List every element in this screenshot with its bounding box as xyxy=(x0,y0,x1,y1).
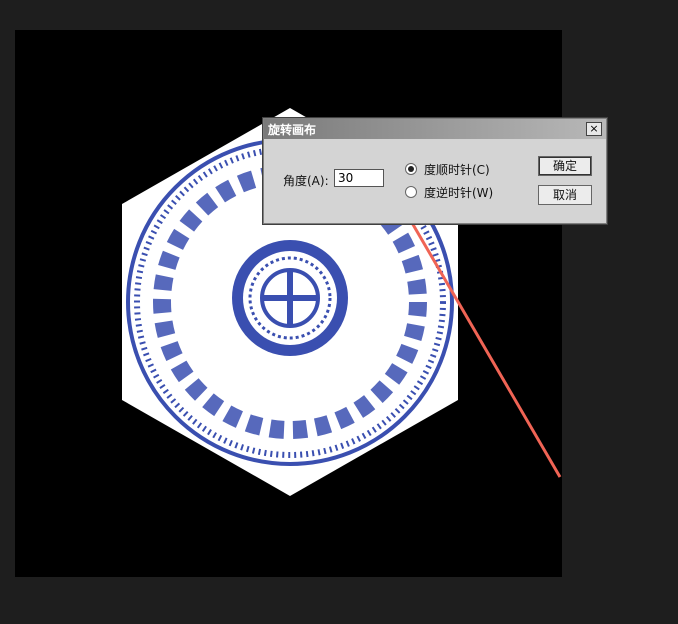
close-button[interactable]: × xyxy=(586,122,602,136)
ok-button[interactable]: 确定 xyxy=(538,156,592,176)
angle-input[interactable] xyxy=(334,169,384,187)
close-icon: × xyxy=(589,122,599,135)
dialog-title: 旋转画布 xyxy=(268,123,317,137)
counterclockwise-radio[interactable] xyxy=(405,186,417,198)
clockwise-label[interactable]: 度顺时针(C) xyxy=(424,161,490,178)
angle-label: 角度(A): xyxy=(283,174,329,188)
counterclockwise-label[interactable]: 度逆时针(W) xyxy=(424,184,493,201)
clockwise-radio[interactable] xyxy=(405,163,417,175)
rotate-canvas-dialog: 旋转画布 × 角度(A): 度顺时针(C) 度逆时针(W) 确定 取消 xyxy=(263,118,607,224)
dialog-titlebar: 旋转画布 × xyxy=(264,119,606,139)
cancel-button[interactable]: 取消 xyxy=(538,185,592,205)
canvas-artwork xyxy=(122,108,562,496)
